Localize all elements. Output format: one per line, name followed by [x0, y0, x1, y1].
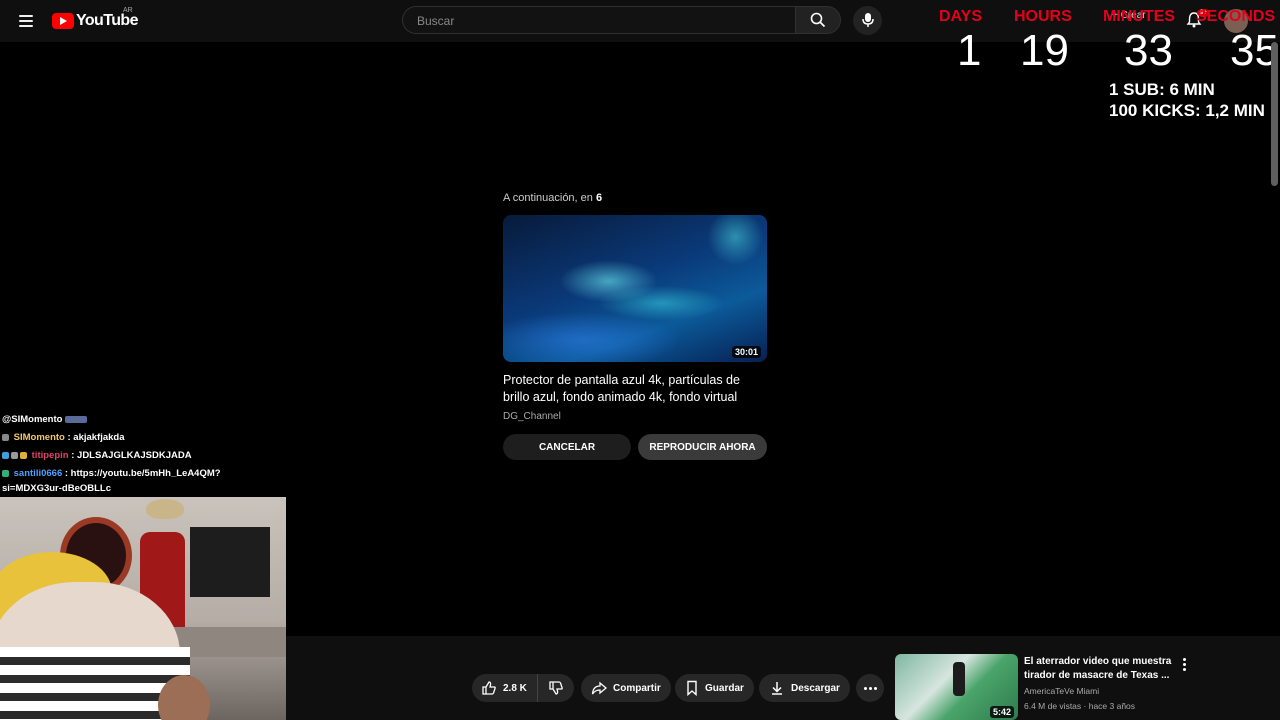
share-icon [591, 681, 607, 695]
countdown-hours-label: HOURS [1014, 8, 1072, 25]
countdown-hours: 19 [1020, 26, 1069, 75]
chat-text: : https://youtu.be/5mHh_LeA4QM? [62, 468, 221, 479]
logo-wordmark: YouTube [76, 12, 138, 29]
suggested-video-menu-button[interactable] [1178, 656, 1190, 672]
badge-icon [2, 469, 9, 477]
like-button[interactable]: 2.8 K [472, 674, 538, 702]
suggested-video-title[interactable]: El aterrador video que muestra tirador d… [1024, 655, 1174, 683]
download-icon [772, 682, 782, 695]
menu-button[interactable] [14, 9, 38, 33]
badge-icon [20, 451, 27, 459]
chat-text: : JDLSAJGLKAJSDKJADA [68, 450, 192, 461]
search-box [402, 6, 796, 34]
region-code: AR [123, 7, 133, 14]
chat-text: : akjakfjakda [64, 432, 125, 443]
cancel-button[interactable]: CANCELAR [503, 434, 631, 460]
subathon-rule-kicks: 100 KICKS: 1,2 MIN [1109, 101, 1265, 120]
countdown-days: 1 [957, 26, 982, 75]
chat-user: santili0666 [13, 468, 63, 479]
thumbs-up-icon [482, 681, 496, 695]
search-button[interactable] [795, 6, 841, 34]
next-video-thumbnail[interactable]: 30:01 [503, 215, 767, 362]
thumbs-down-icon [549, 681, 563, 695]
more-dots-icon [874, 687, 877, 690]
countdown-minutes: 33 [1124, 26, 1173, 75]
more-actions-button[interactable] [856, 674, 884, 702]
webcam-feed [0, 497, 286, 720]
like-dislike-group: 2.8 K [472, 674, 574, 702]
chat-user: @SIMomento [2, 414, 63, 425]
kebab-icon [1183, 668, 1186, 671]
share-button[interactable]: Compartir [581, 674, 671, 702]
kebab-icon [1183, 663, 1186, 666]
like-count: 2.8 K [503, 682, 527, 694]
suggested-video-channel[interactable]: AmericaTeVe Miami [1024, 686, 1099, 696]
save-button[interactable]: Guardar [675, 674, 754, 702]
share-label: Compartir [613, 682, 661, 694]
search-input[interactable] [415, 13, 779, 29]
youtube-logo[interactable]: YouTube AR [52, 7, 138, 32]
download-label: Descargar [791, 682, 840, 694]
background-monitor [190, 527, 270, 597]
suggested-video-duration: 5:42 [989, 706, 1014, 718]
voice-search-button[interactable] [853, 6, 882, 35]
dislike-button[interactable] [538, 674, 574, 702]
suggested-video-meta: 6.4 M de vistas · hace 3 años [1024, 701, 1136, 711]
up-next-prefix: A continuación, en [503, 192, 596, 204]
thumbnail-figure [953, 662, 965, 696]
chat-message-continued: si=MDXG3ur-dBeOBLLc [2, 483, 111, 494]
badge-icon [2, 451, 9, 459]
more-dots-icon [869, 687, 872, 690]
countdown-days-label: DAYS [939, 8, 982, 25]
chat-message: titipepin : JDLSAJGLKAJSDKJADA [2, 450, 192, 461]
badge-icon [2, 433, 9, 441]
search-icon [810, 12, 826, 28]
play-now-button[interactable]: REPRODUCIR AHORA [638, 434, 767, 460]
next-video-duration: 30:01 [731, 346, 761, 358]
countdown-minutes-label: MINUTES [1103, 8, 1175, 25]
microphone-icon [862, 13, 874, 27]
chat-message: @SIMomento [2, 414, 89, 425]
countdown-seconds-label: SECONDS [1196, 8, 1276, 25]
more-dots-icon [864, 687, 867, 690]
save-label: Guardar [705, 682, 744, 694]
chat-message: SIMomento : akjakfjakda [2, 432, 125, 443]
badge-icon [11, 451, 18, 459]
up-next-label: A continuación, en 6 [503, 192, 602, 204]
next-video-title[interactable]: Protector de pantalla azul 4k, partícula… [503, 372, 768, 406]
bookmark-icon [687, 680, 697, 696]
download-button[interactable]: Descargar [759, 674, 850, 702]
up-next-seconds: 6 [595, 192, 603, 204]
scrollbar[interactable] [1271, 42, 1278, 186]
second-person [158, 675, 210, 720]
subathon-rule-subs: 1 SUB: 6 MIN [1109, 80, 1215, 99]
chat-text: si=MDXG3ur-dBeOBLLc [2, 483, 112, 494]
suggested-video-thumbnail[interactable]: 5:42 [895, 654, 1018, 720]
kebab-icon [1183, 658, 1186, 661]
chat-message: santili0666 : https://youtu.be/5mHh_LeA4… [2, 468, 221, 479]
hat-figure [146, 499, 184, 519]
emote-icon [65, 415, 88, 423]
chat-user: titipepin [31, 450, 69, 461]
next-video-channel[interactable]: DG_Channel [503, 411, 561, 422]
youtube-play-icon [52, 13, 74, 29]
chat-user: SIMomento [13, 432, 65, 443]
